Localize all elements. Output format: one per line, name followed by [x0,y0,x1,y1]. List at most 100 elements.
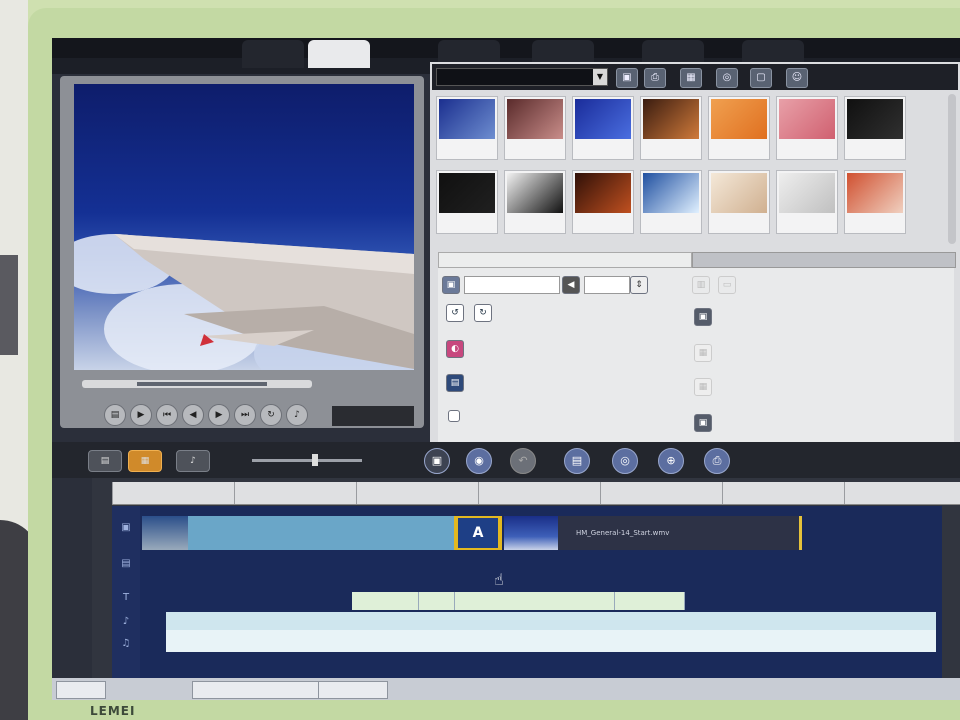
library-thumbnail[interactable] [436,96,498,160]
thumbnail-image [507,99,563,139]
record-icon[interactable]: ▣ [424,448,450,474]
library-thumbnail[interactable] [436,170,498,234]
chapter-icon[interactable]: ⊕ [658,448,684,474]
library-scrollbar[interactable] [948,94,956,244]
thumbnail-image [847,99,903,139]
timeline-toolbar: ▤ ▦ ♪ ▣ ◉ ↶ ▤ ◎ ⊕ ⎙ [52,442,960,478]
ruler-tick [234,482,235,504]
library-thumbnail[interactable] [708,96,770,160]
library-thumbnail[interactable] [776,170,838,234]
rotate-right-icon[interactable]: ↻ [474,304,492,322]
next-frame-icon[interactable]: ▶ [208,404,230,426]
timecode-display[interactable] [332,406,414,426]
music-track-icon[interactable]: ♫ [118,636,134,652]
library-thumbnail[interactable] [504,170,566,234]
mute-icon: ▭ [718,276,736,294]
scrub-bar[interactable] [82,380,312,388]
playback-speed-icon[interactable]: ▤ [446,374,464,392]
library-thumbnail[interactable] [572,96,634,160]
title-clip-item[interactable] [418,592,455,610]
prev-frame-icon[interactable]: ◀ [182,404,204,426]
play-icon[interactable]: ▶ [130,404,152,426]
track-area: ▣ ▤ T ♪ ♫ A HM_General-14_Start.wmv [112,506,942,696]
music-clip[interactable] [166,630,936,652]
thumbnail-image [439,99,495,139]
taskbar-item[interactable] [318,681,388,699]
render-icon[interactable]: ◉ [466,448,492,474]
reverse-checkbox[interactable] [448,410,460,422]
library-thumbnail[interactable] [640,170,702,234]
ruler-tick [844,482,845,504]
thumbnail-caption [845,215,905,229]
title-clip-item[interactable] [454,592,615,610]
library-thumbnail[interactable] [844,170,906,234]
library-thumbnail[interactable] [504,96,566,160]
film-icon[interactable]: ▦ [680,68,702,88]
video-clip[interactable] [504,516,558,550]
thumbnail-caption [573,141,633,155]
video-clip[interactable] [142,516,188,550]
audio-clip[interactable] [166,612,936,630]
library-thumbnail[interactable] [640,96,702,160]
title-clip-letter: A [458,518,498,548]
ruler-tick [356,482,357,504]
library-thumbnail[interactable] [776,96,838,160]
library-folder-select[interactable]: ▼ [436,68,608,86]
mixer-icon[interactable]: ▤ [564,448,590,474]
zoom-slider-knob[interactable] [312,454,318,466]
volume-field[interactable] [584,276,630,294]
end-icon[interactable]: ⏭ [234,404,256,426]
thumbnail-image [779,99,835,139]
timeline-view-button[interactable]: ▦ [128,450,162,472]
tab-capture[interactable] [242,40,304,68]
scrub-range [137,382,267,386]
audio-view-button[interactable]: ♪ [176,450,210,472]
folder-icon[interactable]: ▣ [616,68,638,88]
title-clip[interactable]: A [454,516,502,550]
multi-trim-icon[interactable]: ▣ [694,414,712,432]
volume-icon[interactable]: ♪ [286,404,308,426]
tab-edit[interactable] [308,40,370,68]
video-clip[interactable] [188,516,454,550]
export-icon[interactable]: ⎙ [704,448,730,474]
audio-icon[interactable]: ◎ [716,68,738,88]
track-header: ▣ ▤ T ♪ ♫ [112,506,140,696]
thumbnail-caption [777,141,837,155]
home-icon[interactable]: ⏮ [156,404,178,426]
library-thumbnail[interactable] [844,96,906,160]
zoom-slider[interactable] [252,454,362,466]
repeat-icon[interactable]: ↻ [260,404,282,426]
color-correction-icon[interactable]: ◐ [446,340,464,358]
library-panel: ▼ ▣ ⎙ ▦ ◎ ▢ ☺ ▣ ◀ ⇕ ↺ ↻ ◐ ▤ ▥ ▭ ▣ ▦ ▦ ▣ [430,62,960,448]
thumbnail-caption [777,215,837,229]
title-track-icon[interactable]: T [118,590,134,606]
split-icon: ▥ [692,276,710,294]
title-clip-item[interactable] [614,592,685,610]
timeline: ▣ ▤ T ♪ ♫ A HM_General-14_Start.wmv [92,478,960,700]
tab-video-options[interactable] [438,252,692,268]
mode-icon[interactable]: ▤ [104,404,126,426]
storyboard-view-button[interactable]: ▤ [88,450,122,472]
track-manager-icon[interactable]: ◎ [612,448,638,474]
video-clip[interactable]: HM_General-14_Start.wmv [558,516,802,550]
import-icon[interactable]: ⎙ [644,68,666,88]
library-thumbnail[interactable] [572,170,634,234]
thumbnail-image [711,173,767,213]
overlay-track-icon[interactable]: ▤ [118,556,134,572]
wall-shadow [0,255,18,355]
voice-track-icon[interactable]: ♪ [118,614,134,630]
duration-field[interactable] [464,276,560,294]
tab-attribute-options[interactable] [692,252,956,268]
thumbnail-caption [845,141,905,155]
start-button[interactable] [56,681,106,699]
video-track-icon[interactable]: ▣ [118,520,134,536]
library-thumbnail[interactable] [708,170,770,234]
timeline-ruler[interactable] [112,482,960,505]
rotate-left-icon[interactable]: ↺ [446,304,464,322]
window-icon[interactable]: ▢ [750,68,772,88]
volume-spinner[interactable]: ⇕ [630,276,648,294]
person-icon[interactable]: ☺ [786,68,808,88]
save-frame-icon[interactable]: ▣ [694,308,712,326]
taskbar-item[interactable] [192,681,322,699]
title-clip-item[interactable] [352,592,419,610]
